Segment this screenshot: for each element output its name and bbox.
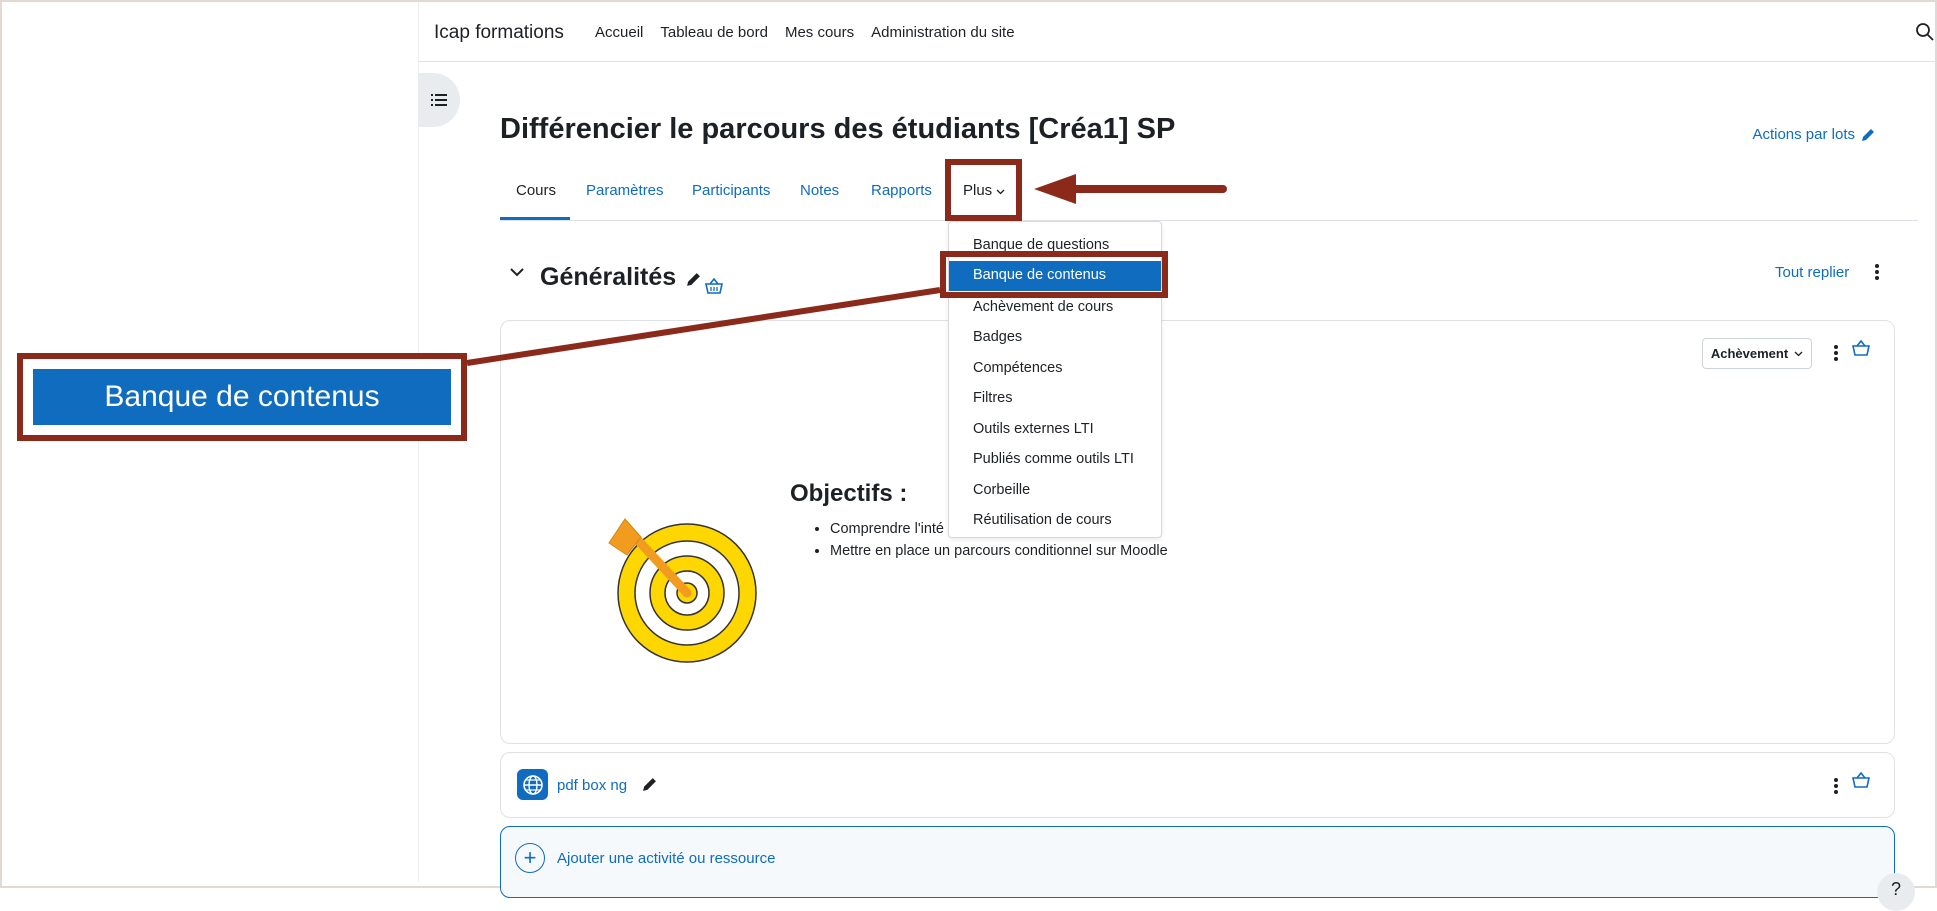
edit-pencil-icon[interactable] bbox=[642, 777, 657, 792]
section-menu-icon[interactable] bbox=[1875, 264, 1879, 282]
nav-link-dashboard[interactable]: Tableau de bord bbox=[660, 24, 768, 41]
chevron-down-icon bbox=[1794, 351, 1803, 356]
callout-content-bank: Banque de contenus bbox=[33, 369, 451, 425]
globe-icon bbox=[522, 774, 543, 795]
site-brand[interactable]: Icap formations bbox=[434, 22, 564, 44]
target-icon bbox=[608, 518, 757, 663]
card-menu-icon[interactable] bbox=[1834, 345, 1838, 363]
primary-nav: Accueil Tableau de bord Mes cours Admini… bbox=[595, 24, 1015, 41]
content-bank-highlight bbox=[940, 251, 1168, 298]
tab-course[interactable]: Cours bbox=[516, 182, 556, 199]
left-margin bbox=[2, 2, 418, 882]
list-icon bbox=[431, 94, 447, 106]
callout-label: Banque de contenus bbox=[104, 380, 380, 413]
menu-item-course-completion[interactable]: Achèvement de cours bbox=[973, 299, 1113, 315]
course-index-toggle[interactable] bbox=[418, 73, 460, 127]
objectives-heading: Objectifs : bbox=[790, 480, 908, 507]
basket-icon[interactable] bbox=[1852, 772, 1870, 788]
pencil-icon bbox=[1862, 128, 1874, 141]
completion-label: Achèvement bbox=[1710, 346, 1789, 361]
nav-link-home[interactable]: Accueil bbox=[595, 24, 643, 41]
page-title: Différencier le parcours des étudiants [… bbox=[500, 113, 1176, 145]
help-button[interactable]: ? bbox=[1877, 873, 1915, 911]
help-label: ? bbox=[1890, 879, 1901, 899]
activity-menu-icon[interactable] bbox=[1834, 778, 1838, 796]
left-separator bbox=[418, 2, 419, 882]
section-collapse-chevron-icon[interactable] bbox=[508, 263, 526, 281]
edit-pencil-icon[interactable] bbox=[686, 272, 701, 287]
collapse-all-link[interactable]: Tout replier bbox=[1775, 264, 1849, 281]
menu-item-recycle-bin[interactable]: Corbeille bbox=[973, 482, 1030, 498]
menu-item-filters[interactable]: Filtres bbox=[973, 390, 1012, 406]
zoom-callout: Banque de contenus bbox=[17, 353, 467, 441]
active-tab-indicator bbox=[500, 217, 570, 220]
tab-grades[interactable]: Notes bbox=[800, 182, 839, 199]
menu-item-competencies[interactable]: Compétences bbox=[973, 360, 1062, 376]
tab-participants[interactable]: Participants bbox=[692, 182, 770, 199]
course-tabs: Cours Paramètres Participants Notes Rapp… bbox=[500, 160, 1918, 221]
nav-link-my-courses[interactable]: Mes cours bbox=[785, 24, 854, 41]
menu-item-badges[interactable]: Badges bbox=[973, 329, 1022, 345]
menu-item-lti-tools[interactable]: Outils externes LTI bbox=[973, 421, 1094, 437]
completion-dropdown[interactable]: Achèvement bbox=[1702, 338, 1812, 369]
activity-row bbox=[500, 752, 1895, 818]
basket-icon[interactable] bbox=[1852, 340, 1870, 356]
basket-icon[interactable] bbox=[705, 278, 723, 294]
bulk-actions-label: Actions par lots bbox=[1752, 126, 1855, 143]
objective-item: Mettre en place un parcours conditionnel… bbox=[830, 540, 1168, 562]
add-activity-label: Ajouter une activité ou ressource bbox=[557, 850, 776, 867]
search-icon[interactable] bbox=[1915, 22, 1935, 42]
top-navbar: Icap formations Accueil Tableau de bord … bbox=[419, 2, 1935, 62]
plus-tab-highlight bbox=[945, 159, 1022, 221]
menu-item-published-lti[interactable]: Publiés comme outils LTI bbox=[973, 451, 1134, 467]
plus-icon: + bbox=[515, 843, 545, 873]
nav-link-site-admin[interactable]: Administration du site bbox=[871, 24, 1014, 41]
tab-reports[interactable]: Rapports bbox=[871, 182, 932, 199]
tab-settings[interactable]: Paramètres bbox=[586, 182, 664, 199]
activity-link[interactable]: pdf box ng bbox=[557, 777, 627, 794]
url-activity-icon bbox=[517, 769, 548, 800]
bulk-actions-link[interactable]: Actions par lots bbox=[1752, 126, 1875, 143]
section-title: Généralités bbox=[540, 263, 676, 292]
menu-item-course-reuse[interactable]: Réutilisation de cours bbox=[973, 512, 1112, 528]
section-title-text: Généralités bbox=[540, 263, 677, 291]
